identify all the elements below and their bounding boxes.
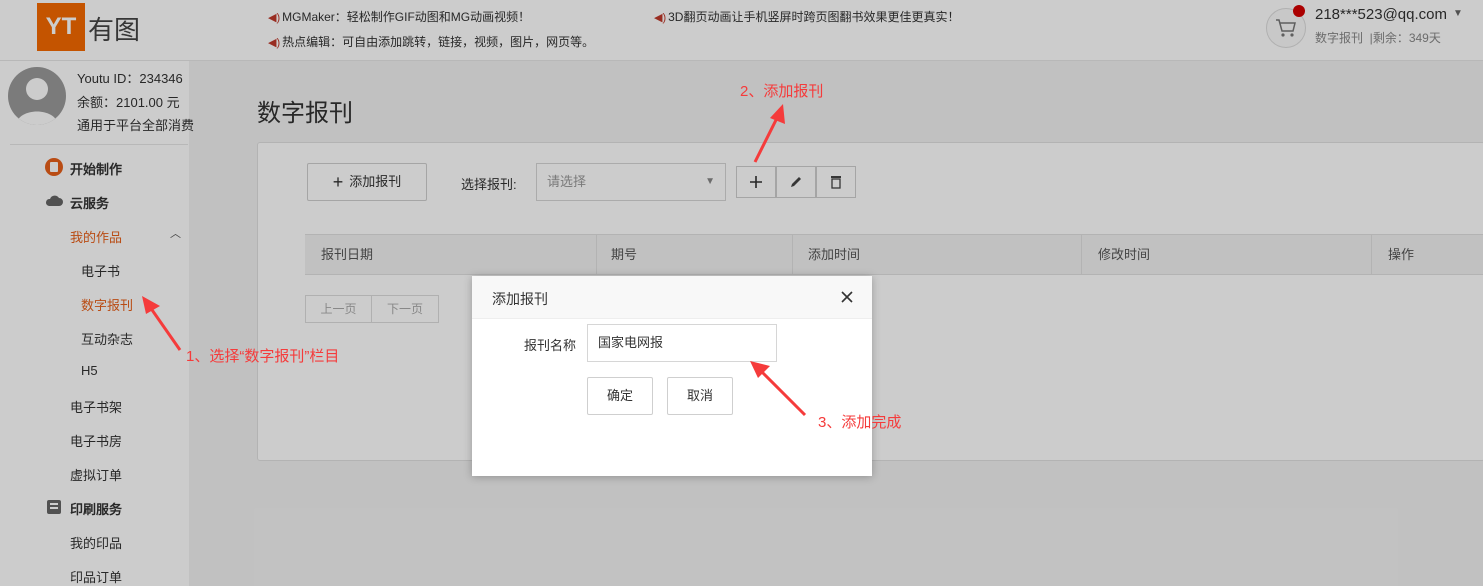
annotation-arrow-3 [760, 370, 807, 417]
arrowhead [770, 104, 785, 124]
arrowhead [142, 296, 160, 314]
annotation-step-3: 3、添加完成 [818, 414, 902, 431]
annotation-arrow-1 [148, 306, 182, 351]
annotation-step-1: 1、选择“数字报刊”栏目 [186, 348, 340, 365]
annotation-step-2: 2、添加报刊 [740, 83, 824, 100]
annotation-arrow-2 [753, 115, 780, 163]
